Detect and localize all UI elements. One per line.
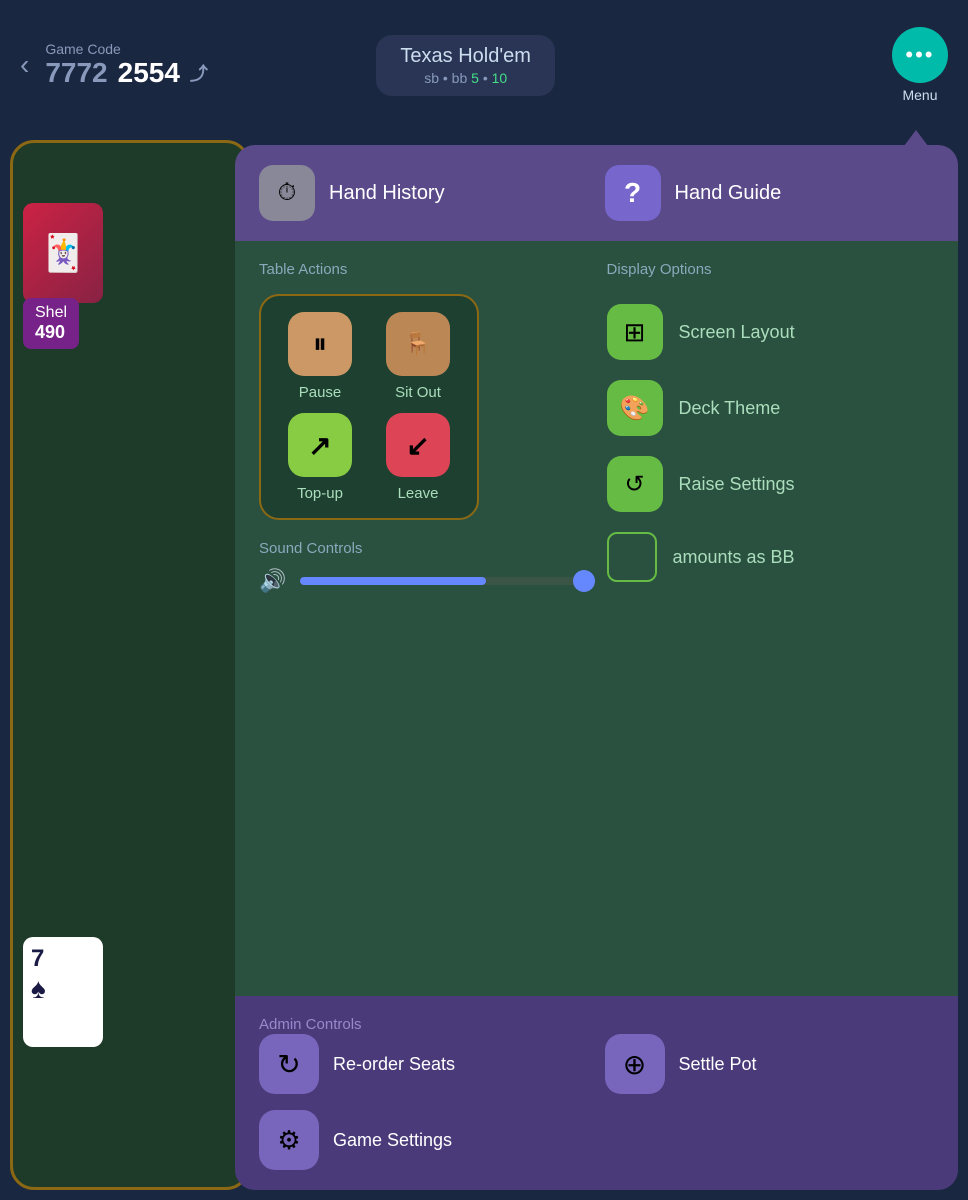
- settle-pot-button[interactable]: ⊕ Settle Pot: [605, 1034, 935, 1094]
- hand-history-label: Hand History: [329, 182, 445, 205]
- hand-history-icon: ⏱: [259, 165, 315, 221]
- game-type-title: Texas Hold'em: [400, 45, 531, 68]
- bb-value: 10: [492, 70, 508, 86]
- menu-middle-section: Table Actions ⏸ Pause 🪑 Sit Out ↗ Top-up: [235, 241, 958, 996]
- sb-value: 5: [471, 70, 479, 86]
- volume-slider[interactable]: [300, 577, 586, 585]
- slider-fill: [300, 577, 486, 585]
- screen-layout-button[interactable]: ⊞ Screen Layout: [607, 294, 935, 370]
- pause-icon: ⏸: [288, 312, 352, 376]
- hole-card: 7 ♠: [23, 937, 103, 1047]
- top-up-label: Top-up: [297, 485, 343, 502]
- sound-title: Sound Controls: [259, 540, 362, 557]
- game-code-label: Game Code: [45, 41, 208, 57]
- table-area: 🃏 Shel 490 7 ♠: [10, 140, 250, 1190]
- hand-history-button[interactable]: ⏱ Hand History: [259, 165, 589, 221]
- top-bar: ‹ Game Code 7772 2554 ⤴ Texas Hold'em sb …: [0, 0, 968, 130]
- game-code-dim: 7772: [45, 57, 107, 89]
- reorder-seats-icon: ↻: [259, 1034, 319, 1094]
- display-options-title: Display Options: [607, 261, 935, 278]
- hand-guide-button[interactable]: ? Hand Guide: [605, 165, 935, 221]
- raise-settings-icon: ↺: [607, 456, 663, 512]
- admin-title: Admin Controls: [259, 1016, 362, 1033]
- hand-guide-label: Hand Guide: [675, 182, 782, 205]
- right-section: Display Options ⊞ Screen Layout 🎨 Deck T…: [607, 261, 935, 976]
- screen-layout-label: Screen Layout: [679, 322, 795, 343]
- game-type-badge: Texas Hold'em sb • bb 5 • 10: [376, 35, 555, 96]
- amounts-bb-label: amounts as BB: [673, 547, 795, 568]
- sit-out-label: Sit Out: [395, 384, 441, 401]
- sound-section: Sound Controls 🔊: [259, 540, 587, 594]
- top-up-icon: ↗: [288, 413, 352, 477]
- left-section: Table Actions ⏸ Pause 🪑 Sit Out ↗ Top-up: [259, 261, 587, 976]
- game-settings-button[interactable]: ⚙ Game Settings: [259, 1110, 934, 1170]
- back-button[interactable]: ‹: [20, 49, 29, 81]
- admin-controls-section: Admin Controls ↻ Re-order Seats ⊕ Settle…: [235, 996, 958, 1190]
- player-cards: 🃏: [23, 203, 103, 303]
- game-code-bright: 2554: [118, 57, 180, 89]
- raise-settings-button[interactable]: ↺ Raise Settings: [607, 446, 935, 522]
- pause-label: Pause: [299, 384, 342, 401]
- slider-thumb: [573, 570, 595, 592]
- pause-button[interactable]: ⏸ Pause: [277, 312, 363, 401]
- top-up-button[interactable]: ↗ Top-up: [277, 413, 363, 502]
- menu-top-section: ⏱ Hand History ? Hand Guide: [235, 145, 958, 241]
- sound-icon: 🔊: [259, 568, 286, 594]
- deck-theme-button[interactable]: 🎨 Deck Theme: [607, 370, 935, 446]
- deck-theme-label: Deck Theme: [679, 398, 781, 419]
- sound-row: 🔊: [259, 568, 587, 594]
- raise-settings-label: Raise Settings: [679, 474, 795, 495]
- leave-button[interactable]: ↙ Leave: [375, 413, 461, 502]
- actions-grid: ⏸ Pause 🪑 Sit Out ↗ Top-up ↙ Leave: [259, 294, 479, 520]
- card-suit: ♠: [31, 973, 46, 1005]
- game-settings-label: Game Settings: [333, 1130, 452, 1151]
- menu-dots-circle: •••: [892, 27, 948, 83]
- menu-overlay: ⏱ Hand History ? Hand Guide Table Action…: [235, 145, 958, 1190]
- admin-grid: ↻ Re-order Seats ⊕ Settle Pot: [259, 1034, 934, 1094]
- leave-icon: ↙: [386, 413, 450, 477]
- settle-pot-label: Settle Pot: [679, 1054, 757, 1075]
- amounts-bb-toggle[interactable]: [607, 532, 657, 582]
- menu-arrow: [904, 130, 928, 146]
- reorder-seats-button[interactable]: ↻ Re-order Seats: [259, 1034, 589, 1094]
- game-type-sub: sb • bb 5 • 10: [400, 70, 531, 86]
- player-info: Shel 490: [23, 298, 79, 349]
- game-code-block: Game Code 7772 2554 ⤴: [45, 41, 208, 89]
- screen-layout-icon: ⊞: [607, 304, 663, 360]
- share-icon[interactable]: ⤴: [190, 60, 208, 86]
- game-settings-icon: ⚙: [259, 1110, 319, 1170]
- game-code-value: 7772 2554 ⤴: [45, 57, 208, 89]
- blinds-label: sb • bb: [424, 70, 467, 86]
- sit-out-icon: 🪑: [386, 312, 450, 376]
- table-actions-title: Table Actions: [259, 261, 587, 278]
- deck-theme-icon: 🎨: [607, 380, 663, 436]
- player-name: Shel: [35, 304, 67, 322]
- settle-pot-icon: ⊕: [605, 1034, 665, 1094]
- hand-guide-icon: ?: [605, 165, 661, 221]
- player-chips: 490: [35, 322, 67, 343]
- reorder-seats-label: Re-order Seats: [333, 1054, 455, 1075]
- card-rank: 7: [31, 945, 44, 973]
- amounts-as-bb-button[interactable]: amounts as BB: [607, 522, 935, 592]
- leave-label: Leave: [398, 485, 439, 502]
- menu-button[interactable]: ••• Menu: [892, 27, 948, 103]
- sit-out-button[interactable]: 🪑 Sit Out: [375, 312, 461, 401]
- menu-label: Menu: [902, 87, 937, 103]
